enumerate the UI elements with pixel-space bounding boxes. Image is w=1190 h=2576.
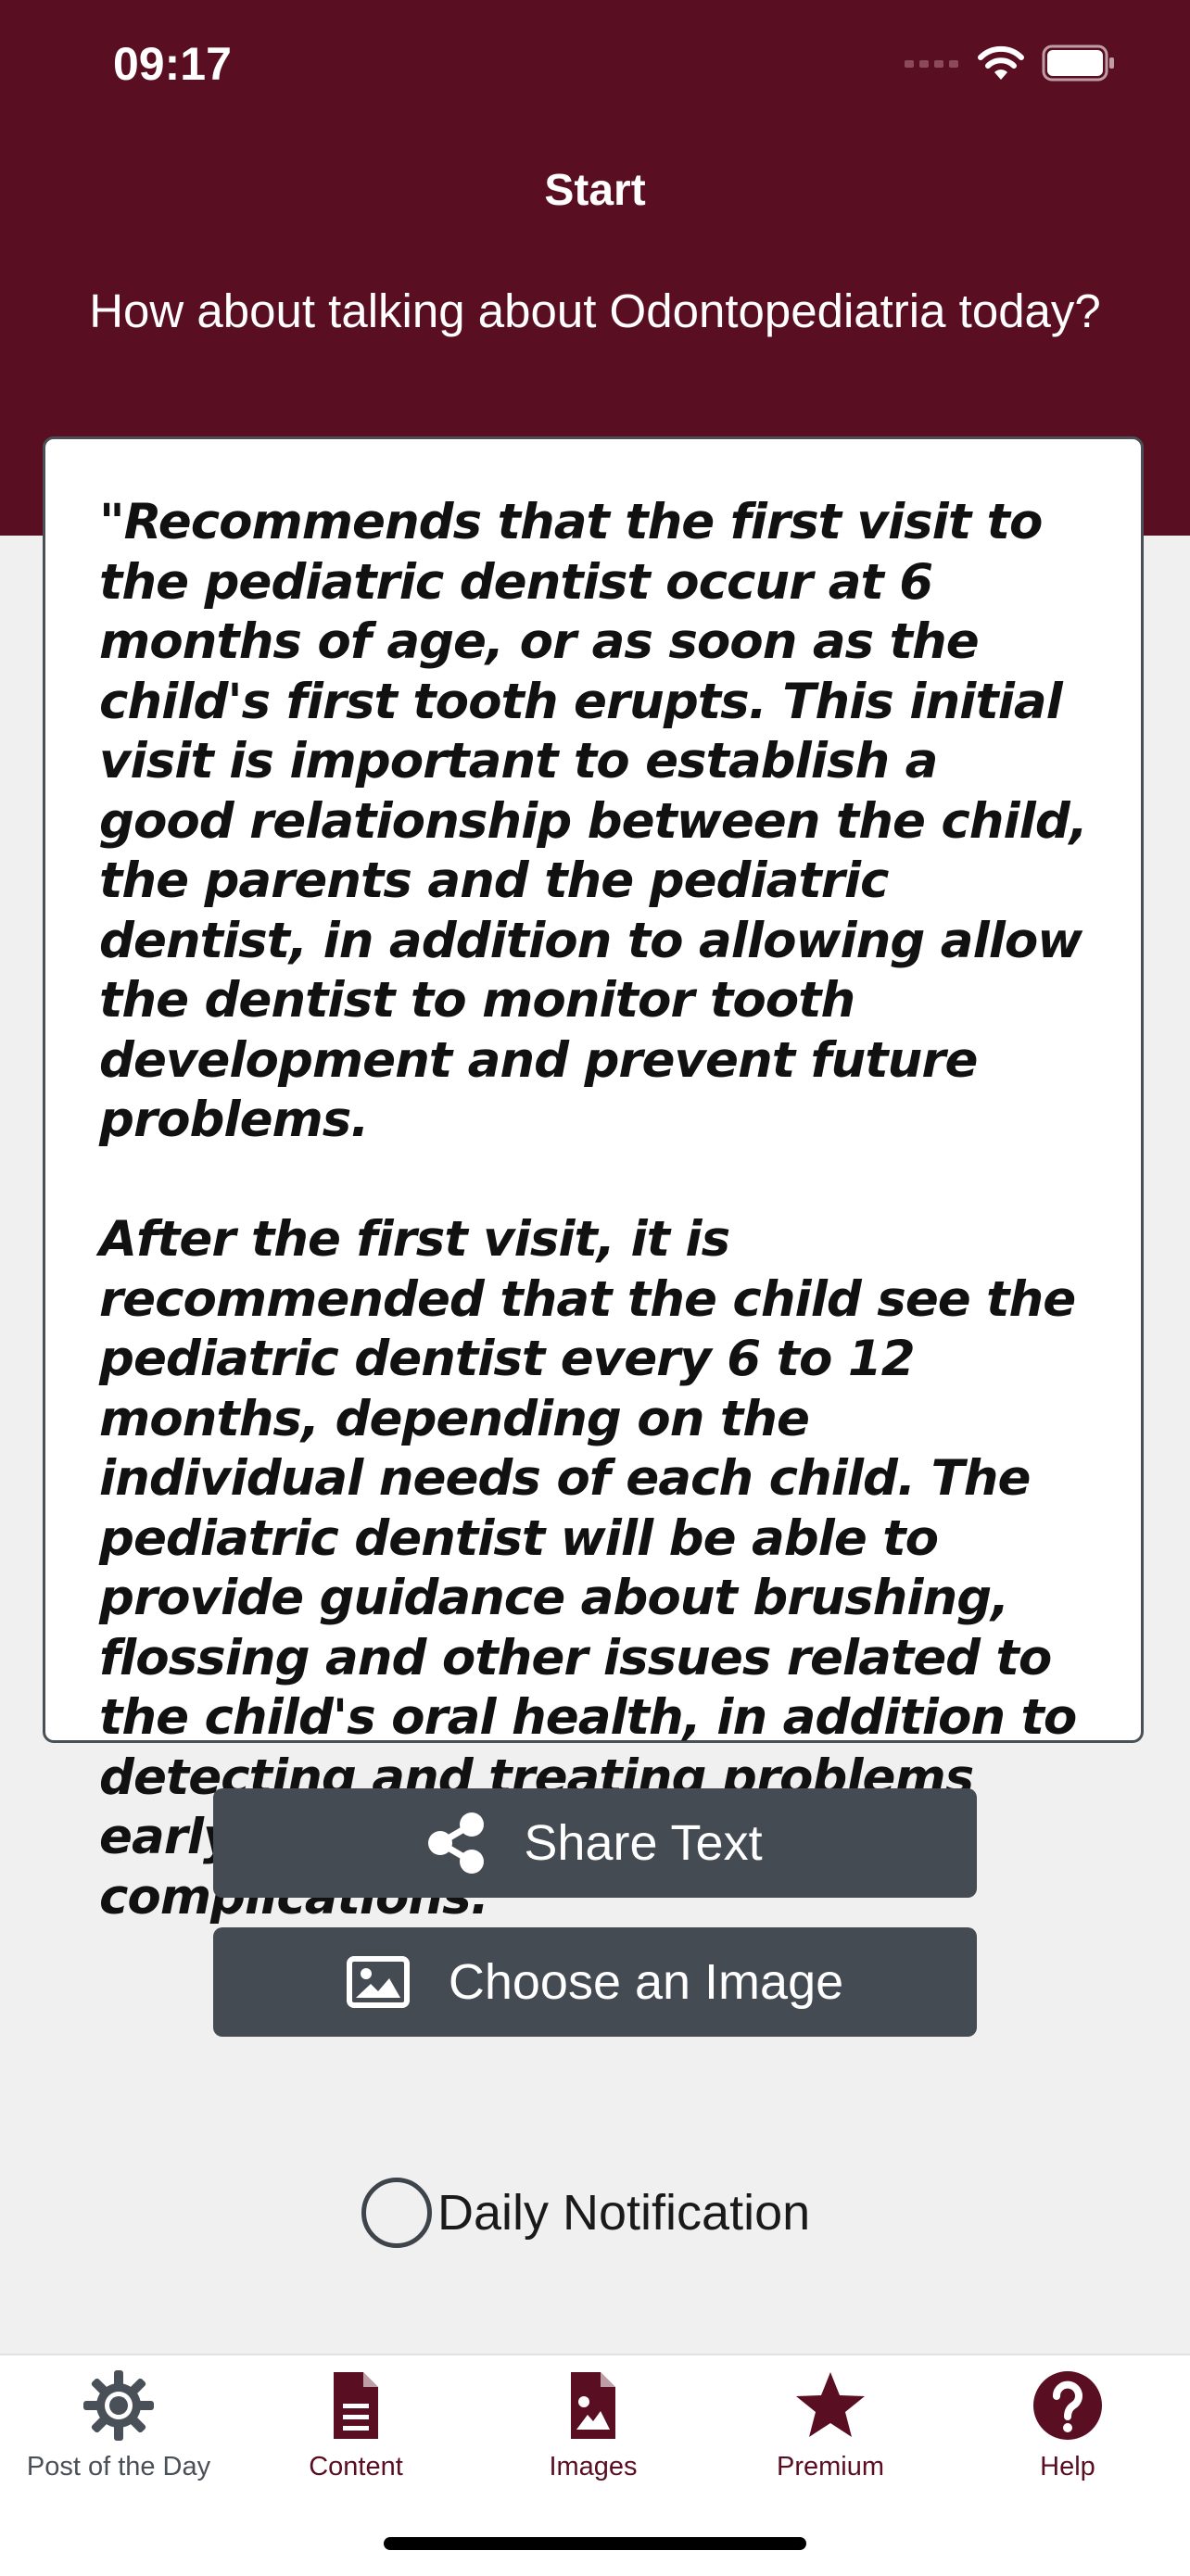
share-text-button[interactable]: Share Text	[213, 1788, 977, 1898]
page-title: Start	[544, 166, 646, 215]
gear-icon	[83, 2370, 154, 2441]
choose-image-button[interactable]: Choose an Image	[213, 1927, 977, 2037]
image-icon	[346, 1956, 410, 2008]
tab-premium[interactable]: Premium	[712, 2368, 949, 2482]
tab-content[interactable]: Content	[237, 2368, 475, 2482]
battery-icon	[1042, 44, 1114, 82]
daily-notification-toggle[interactable]: Daily Notification	[361, 2178, 810, 2248]
wifi-icon	[978, 45, 1024, 80]
question-icon	[1033, 2371, 1102, 2440]
tab-label: Premium	[776, 2452, 884, 2481]
tab-label: Post of the Day	[26, 2452, 211, 2481]
choose-image-label: Choose an Image	[448, 1954, 844, 2010]
status-time: 09:17	[113, 38, 232, 90]
tab-label: Content	[309, 2452, 403, 2481]
image-file-icon	[571, 2372, 615, 2439]
tab-label: Images	[549, 2452, 638, 2481]
daily-notification-label: Daily Notification	[437, 2185, 811, 2241]
page-subtitle: How about talking about Odontopediatria …	[89, 284, 1101, 337]
tab-label: Help	[1040, 2452, 1095, 2481]
status-icons	[905, 44, 1116, 82]
post-text: "Recommends that the first visit to the …	[99, 494, 1088, 1926]
document-icon	[334, 2372, 378, 2439]
signal-icon	[905, 60, 958, 68]
post-card: "Recommends that the first visit to the …	[43, 436, 1144, 1926]
tab-help[interactable]: Help	[949, 2368, 1186, 2482]
tab-images[interactable]: Images	[475, 2368, 712, 2482]
tab-post-of-the-day[interactable]: Post of the Day	[0, 2368, 237, 2482]
share-icon	[428, 1812, 485, 1874]
star-icon	[796, 2372, 865, 2437]
share-text-label: Share Text	[524, 1815, 763, 1871]
daily-notification-radio[interactable]	[361, 2178, 432, 2248]
home-indicator	[384, 2537, 806, 2550]
